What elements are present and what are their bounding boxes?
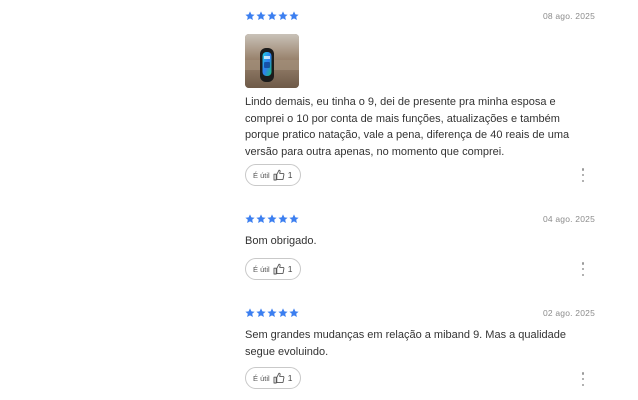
helpful-button[interactable]: É útil 1 bbox=[245, 164, 301, 186]
thumbs-up-icon bbox=[273, 169, 285, 181]
more-options-button[interactable] bbox=[580, 372, 586, 386]
more-vertical-icon bbox=[581, 168, 585, 171]
more-options-button[interactable] bbox=[580, 262, 586, 276]
review-item: 04 ago. 2025 Bom obrigado. É útil 1 bbox=[245, 212, 597, 287]
helpful-label: É útil bbox=[253, 264, 270, 274]
star-icon bbox=[267, 11, 277, 21]
review-header: 04 ago. 2025 bbox=[245, 212, 597, 226]
helpful-button[interactable]: É útil 1 bbox=[245, 258, 301, 280]
review-date: 04 ago. 2025 bbox=[542, 214, 595, 224]
review-text: Sem grandes mudanças em relação a miband… bbox=[245, 329, 567, 358]
helpful-label: É útil bbox=[253, 170, 270, 180]
star-rating bbox=[245, 308, 299, 318]
review-text: Lindo demais, eu tinha o 9, dei de prese… bbox=[245, 96, 570, 158]
review-header: 08 ago. 2025 bbox=[245, 9, 597, 23]
star-icon bbox=[245, 214, 255, 224]
star-icon bbox=[267, 308, 277, 318]
thumbs-up-icon bbox=[273, 263, 285, 275]
helpful-count: 1 bbox=[287, 170, 293, 180]
star-icon bbox=[278, 11, 288, 21]
more-vertical-icon bbox=[581, 262, 585, 265]
star-icon bbox=[267, 214, 277, 224]
star-icon bbox=[256, 308, 266, 318]
helpful-count: 1 bbox=[287, 264, 293, 274]
star-icon bbox=[289, 11, 299, 21]
review-header: 02 ago. 2025 bbox=[245, 306, 597, 320]
review-date: 08 ago. 2025 bbox=[542, 11, 595, 21]
review-item: 02 ago. 2025 Sem grandes mudanças em rel… bbox=[245, 306, 597, 396]
star-icon bbox=[289, 308, 299, 318]
star-icon bbox=[256, 214, 266, 224]
star-icon bbox=[245, 11, 255, 21]
star-icon bbox=[289, 214, 299, 224]
star-icon bbox=[256, 11, 266, 21]
review-item: 08 ago. 2025 Lindo demais, eu tinha o 9,… bbox=[245, 9, 597, 191]
star-icon bbox=[278, 214, 288, 224]
star-rating bbox=[245, 214, 299, 224]
thumbs-up-icon bbox=[273, 372, 285, 384]
review-text: Bom obrigado. bbox=[245, 235, 317, 247]
helpful-count: 1 bbox=[287, 373, 293, 383]
more-vertical-icon bbox=[581, 372, 585, 375]
review-date: 02 ago. 2025 bbox=[542, 308, 595, 318]
helpful-label: É útil bbox=[253, 373, 270, 383]
helpful-button[interactable]: É útil 1 bbox=[245, 367, 301, 389]
more-options-button[interactable] bbox=[580, 168, 586, 182]
star-icon bbox=[278, 308, 288, 318]
star-rating bbox=[245, 11, 299, 21]
review-photo[interactable] bbox=[245, 34, 299, 88]
star-icon bbox=[245, 308, 255, 318]
